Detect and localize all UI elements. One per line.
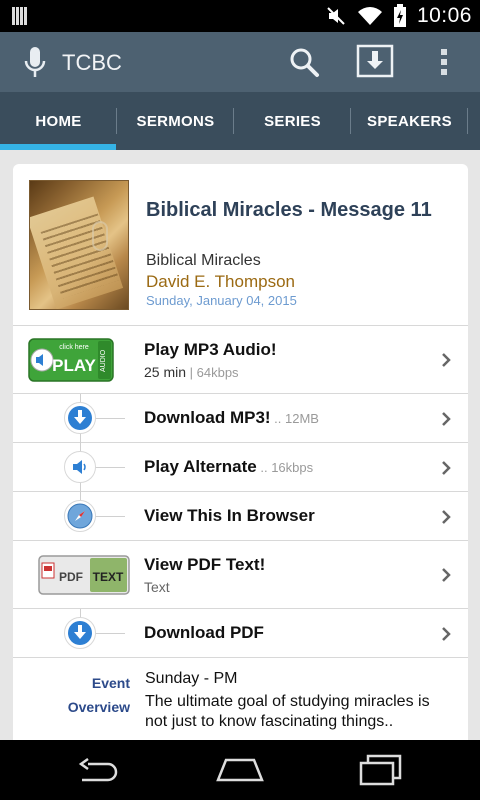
view-pdf-label: View PDF Text!	[144, 555, 266, 574]
sermon-date: Sunday, January 04, 2015	[146, 293, 297, 308]
back-icon[interactable]	[78, 758, 122, 784]
microphone-icon	[24, 47, 46, 77]
play-alternate-label: Play Alternate .. 16kbps	[144, 457, 314, 476]
mute-icon	[327, 7, 345, 25]
download-pdf-row[interactable]: Download PDF	[13, 609, 468, 658]
tab-label: HOME	[35, 112, 82, 130]
app-title: TCBC	[62, 50, 122, 75]
play-mp3-row[interactable]: click here PLAY AUDIO Play MP3 Audio! 25…	[13, 326, 468, 394]
tab-speakers[interactable]: SPEAKERS	[351, 92, 468, 150]
sermon-title: Biblical Miracles - Message 11	[146, 199, 432, 221]
compass-icon	[64, 500, 96, 532]
home-icon[interactable]	[216, 756, 264, 784]
play-audio-badge-icon: click here PLAY AUDIO	[28, 338, 114, 382]
tab-label: SERMONS	[136, 112, 215, 130]
tab-active-indicator	[0, 144, 116, 150]
event-value: Sunday - PM	[145, 670, 238, 687]
signal-bars-icon	[12, 7, 32, 25]
download-icon	[64, 617, 96, 649]
svg-text:click here: click here	[59, 344, 89, 351]
tab-series[interactable]: SERIES	[234, 92, 351, 150]
sermon-thumbnail	[29, 180, 129, 310]
download-mp3-row[interactable]: Download MP3! .. 12MB	[13, 394, 468, 443]
sermon-series[interactable]: Biblical Miracles	[146, 252, 261, 270]
event-key: Event	[91, 675, 130, 691]
chevron-right-icon	[442, 461, 451, 475]
view-pdf-sub: Text	[144, 579, 170, 595]
sermon-card: Biblical Miracles - Message 11 Biblical …	[13, 164, 468, 754]
svg-text:PDF: PDF	[59, 570, 83, 584]
search-icon[interactable]	[288, 46, 320, 78]
download-icon	[64, 402, 96, 434]
tab-bar: HOME SERMONS SERIES SPEAKERS	[0, 92, 480, 150]
battery-icon	[393, 4, 406, 27]
overflow-menu-icon[interactable]	[438, 46, 450, 78]
tab-label: SPEAKERS	[367, 112, 452, 130]
chevron-right-icon	[442, 568, 451, 582]
view-browser-row[interactable]: View This In Browser	[13, 492, 468, 541]
overview-value: The ultimate goal of studying miracles i…	[145, 693, 430, 730]
tab-sermons[interactable]: SERMONS	[117, 92, 234, 150]
chevron-right-icon	[442, 510, 451, 524]
chevron-right-icon	[442, 412, 451, 426]
chevron-right-icon	[442, 627, 451, 641]
recent-apps-icon[interactable]	[358, 754, 404, 786]
svg-text:TEXT: TEXT	[93, 570, 124, 584]
speaker-icon	[64, 451, 96, 483]
view-pdf-row[interactable]: PDF TEXT View PDF Text! Text	[13, 541, 468, 609]
download-pdf-label: Download PDF	[144, 623, 264, 642]
system-nav-bar	[0, 740, 480, 800]
wifi-icon	[357, 7, 382, 25]
download-mp3-label: Download MP3! .. 12MB	[144, 408, 319, 427]
event-details: Event Sunday - PM Overview The ultimate …	[13, 658, 468, 748]
sermon-header: Biblical Miracles - Message 11 Biblical …	[13, 164, 468, 326]
svg-text:AUDIO: AUDIO	[100, 349, 107, 372]
overview-key: Overview	[67, 699, 130, 715]
play-alternate-row[interactable]: Play Alternate .. 16kbps	[13, 443, 468, 492]
play-mp3-label: Play MP3 Audio!	[144, 340, 277, 359]
tab-home[interactable]: HOME	[0, 92, 117, 150]
clock: 10:06	[416, 4, 472, 27]
chevron-right-icon	[442, 353, 451, 367]
status-bar: 10:06	[0, 0, 480, 32]
tab-label: SERIES	[264, 112, 321, 130]
play-mp3-info: 25 min | 64kbps	[144, 364, 239, 380]
pdf-text-badge-icon: PDF TEXT	[38, 555, 130, 595]
sermon-speaker[interactable]: David E. Thompson	[146, 272, 295, 292]
downloads-icon[interactable]	[356, 44, 394, 78]
svg-text:PLAY: PLAY	[52, 356, 96, 375]
view-browser-label: View This In Browser	[144, 506, 315, 525]
action-bar: TCBC	[0, 32, 480, 92]
